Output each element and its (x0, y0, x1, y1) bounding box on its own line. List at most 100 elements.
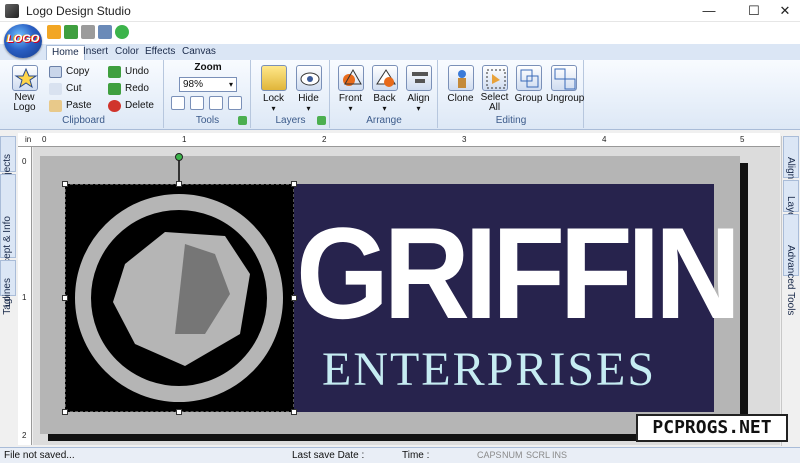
copy-icon (49, 66, 62, 78)
front-dropdown-icon: ▾ (348, 104, 353, 113)
horizontal-ruler: in 0 1 2 3 4 5 (18, 133, 780, 147)
lock-icon (260, 65, 287, 91)
clone-icon (447, 65, 474, 91)
num-indicator: NUM (502, 450, 523, 460)
objects-pane-tab[interactable]: Objects (0, 136, 16, 188)
undo-button[interactable]: Undo (107, 64, 149, 80)
logo-subtitle-text[interactable]: ENTERPRISES (322, 340, 712, 400)
eye-icon (295, 65, 322, 91)
resize-handle-t[interactable] (176, 181, 182, 187)
export-icon[interactable] (64, 25, 78, 39)
select-all-label: Select All (480, 92, 509, 113)
vertical-scrollbar[interactable] (781, 136, 782, 446)
resize-handle-l[interactable] (62, 295, 68, 301)
editing-group: Clone Select All Group Ungroup Editing (439, 60, 584, 128)
watermark: PCPROGS.NET (636, 414, 788, 442)
select-all-button[interactable]: Select All (478, 63, 511, 113)
resize-handle-br[interactable] (291, 409, 297, 415)
taglines-pane-tab[interactable]: Taglines (0, 260, 16, 315)
preview-icon[interactable] (98, 25, 112, 39)
layers-dialog-launcher[interactable] (317, 116, 326, 125)
tools-dialog-launcher[interactable] (238, 116, 247, 125)
tab-effects[interactable]: Effects (140, 45, 180, 60)
redo-label: Redo (125, 83, 149, 94)
star-icon (11, 65, 38, 91)
tools-group: Zoom 98% ▾ Tools (165, 60, 251, 128)
layers-group: Lock ▾ Hide ▾ Layers (252, 60, 330, 128)
minimize-button[interactable]: — (686, 0, 732, 22)
quick-access-toolbar (0, 22, 800, 44)
editing-label: Editing (495, 115, 527, 126)
zoom-in-icon[interactable] (190, 96, 204, 110)
chevron-down-icon: ▾ (228, 80, 233, 89)
ribbon-tabs: Home Insert Color Effects Canvas (0, 44, 800, 60)
resize-handle-tl[interactable] (62, 181, 68, 187)
group-button[interactable]: Group (512, 63, 545, 113)
ungroup-icon (551, 65, 577, 91)
send-back-icon (371, 65, 398, 91)
lock-button[interactable]: Lock ▾ (257, 63, 290, 113)
lock-label: Lock (262, 93, 285, 104)
copy-button[interactable]: Copy (48, 64, 89, 80)
resize-handle-b[interactable] (176, 409, 182, 415)
tab-insert[interactable]: Insert (78, 45, 113, 60)
app-icon (5, 4, 19, 18)
caps-indicator: CAPS (477, 450, 502, 460)
undo-label: Undo (125, 66, 149, 77)
resize-handle-tr[interactable] (291, 181, 297, 187)
clipboard-label: Clipboard (62, 115, 105, 126)
resize-handle-bl[interactable] (62, 409, 68, 415)
paste-label: Paste (66, 100, 92, 111)
scissors-icon (49, 83, 62, 95)
tab-canvas[interactable]: Canvas (177, 45, 221, 60)
hide-button[interactable]: Hide ▾ (292, 63, 325, 113)
logo-concept-pane-tab[interactable]: Logo Concept & Info (0, 174, 16, 307)
zoom-actual-icon[interactable] (228, 96, 242, 110)
ruler-unit: in (25, 135, 32, 144)
layers-pane-tab[interactable]: Layers (783, 180, 799, 226)
back-button[interactable]: Back ▾ (368, 63, 401, 113)
clipboard-group: New Logo Copy Cut Paste Undo Redo Delete… (4, 60, 164, 128)
scrl-indicator: SCRL (526, 450, 551, 460)
save-icon[interactable] (47, 25, 61, 39)
ruler-tick: 2 (322, 135, 327, 144)
copy-label: Copy (66, 66, 90, 77)
rotation-handle[interactable] (175, 153, 183, 161)
ruler-tick: 0 (22, 157, 27, 166)
ruler-tick: 2 (22, 431, 27, 440)
paste-button[interactable]: Paste (48, 98, 92, 114)
advanced-tools-pane-tab[interactable]: Advanced Tools (783, 214, 799, 315)
ungroup-button[interactable]: Ungroup (546, 63, 585, 113)
app-menu-button[interactable]: LOGO (4, 24, 42, 58)
print-icon[interactable] (81, 25, 95, 39)
zoom-fit-icon[interactable] (171, 96, 185, 110)
app-logo-text: LOGO (7, 33, 40, 45)
delete-icon (108, 100, 121, 112)
zoom-select[interactable]: 98% ▾ (179, 77, 237, 92)
align-button[interactable]: Align ▾ (402, 63, 435, 113)
selection-box (65, 184, 294, 412)
cut-button[interactable]: Cut (48, 81, 82, 97)
front-button[interactable]: Front ▾ (334, 63, 367, 113)
resize-handle-r[interactable] (291, 295, 297, 301)
ungroup-label: Ungroup (546, 93, 585, 104)
tab-color[interactable]: Color (110, 45, 144, 60)
redo-button[interactable]: Redo (107, 81, 149, 97)
alignment-pane-tab[interactable]: Alignment (783, 136, 799, 201)
vertical-ruler: 0 1 2 (18, 147, 32, 445)
paste-icon (49, 100, 62, 112)
zoom-out-icon[interactable] (209, 96, 223, 110)
front-label: Front (338, 93, 363, 104)
new-logo-button[interactable]: New Logo (8, 63, 41, 113)
close-button[interactable]: ✕ (770, 0, 800, 22)
logo-title-text[interactable]: GRIFFIN (296, 198, 741, 348)
file-status: File not saved... (4, 450, 75, 461)
delete-button[interactable]: Delete (107, 98, 154, 114)
group-label: Group (514, 93, 543, 104)
arrange-label: Arrange (366, 115, 402, 126)
clone-button[interactable]: Clone (444, 63, 477, 113)
select-all-icon (481, 65, 508, 91)
back-dropdown-icon: ▾ (382, 104, 387, 113)
help-icon[interactable] (115, 25, 129, 39)
cut-label: Cut (66, 83, 82, 94)
